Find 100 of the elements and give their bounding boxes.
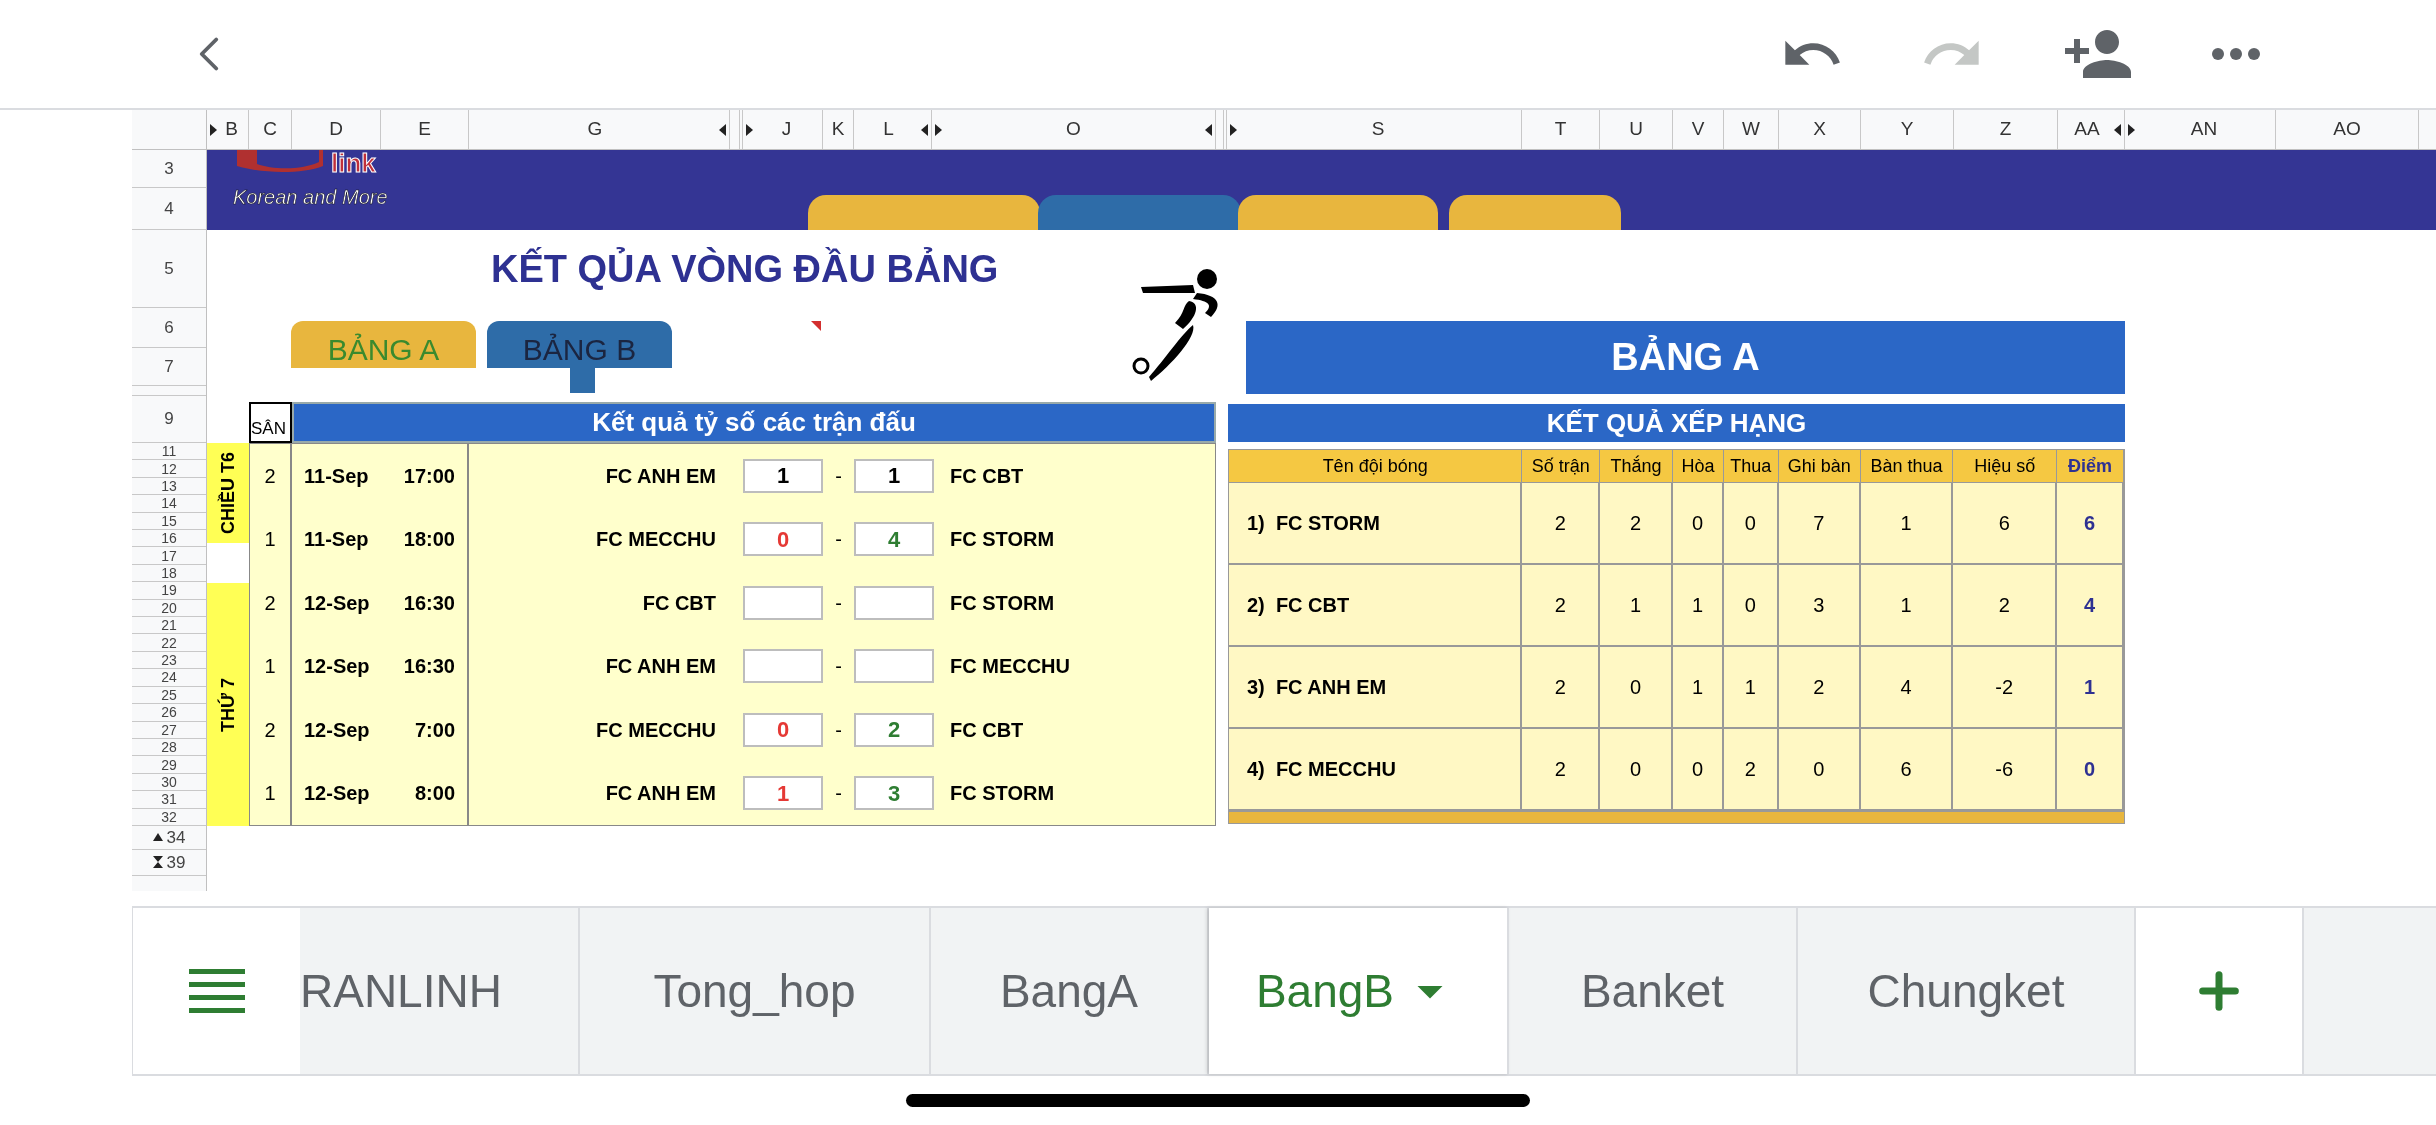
row-header[interactable]: 9 [164, 406, 174, 432]
column-header[interactable]: Z [1956, 115, 2055, 144]
column-header[interactable]: D [294, 115, 378, 144]
expand-arrow-icon[interactable] [209, 123, 217, 136]
row-header[interactable]: 34 [166, 824, 186, 851]
menu-button[interactable] [132, 908, 300, 1074]
match-time: 7:00 [414, 717, 455, 743]
column-header[interactable]: L [856, 115, 921, 144]
expand-arrow-icon[interactable] [934, 123, 942, 136]
row-header[interactable]: 22 [161, 635, 177, 650]
points-cell: 6 [2057, 483, 2124, 563]
row-header[interactable]: 7 [164, 353, 174, 380]
stat-cell: 2 [1522, 729, 1601, 809]
row-header[interactable]: 19 [161, 583, 177, 598]
court-number: 1 [264, 654, 276, 680]
row-header[interactable]: 13 [161, 479, 177, 493]
expand-arrow-icon[interactable] [1229, 123, 1237, 136]
collapse-arrow-icon[interactable] [2114, 123, 2122, 136]
points-cell: 0 [2057, 729, 2124, 809]
menu-pill[interactable] [1449, 195, 1621, 230]
row-header[interactable]: 4 [164, 195, 174, 222]
row-header[interactable]: 16 [161, 531, 177, 546]
column-header[interactable]: J [753, 115, 820, 144]
row-header[interactable]: 29 [161, 757, 177, 772]
menu-pill[interactable] [808, 195, 1040, 230]
column-header[interactable]: AA [2060, 115, 2114, 144]
row-header[interactable]: 20 [161, 600, 177, 615]
match-time: 16:30 [403, 590, 455, 616]
row-header[interactable]: 26 [161, 705, 177, 720]
row-header[interactable]: 5 [164, 255, 174, 282]
sheet-tab[interactable]: RANLINH [300, 908, 580, 1074]
home-team: FC MECCHU [596, 717, 716, 743]
row-header[interactable]: 30 [161, 774, 177, 789]
row-header[interactable]: 18 [161, 566, 177, 581]
column-header[interactable]: AN [2135, 115, 2273, 144]
collapse-arrow-icon[interactable] [719, 123, 727, 136]
stat-cell: 0 [1723, 565, 1779, 645]
row-header[interactable]: 27 [161, 722, 177, 737]
score-field[interactable]: 0 [743, 712, 823, 747]
row-header[interactable]: 15 [161, 513, 177, 528]
score-field[interactable] [854, 649, 934, 684]
row-header[interactable]: 17 [161, 548, 177, 563]
home-team: FC ANH EM [605, 463, 716, 489]
row-header[interactable]: 12 [161, 461, 177, 476]
sheet-tab[interactable]: Banket [1509, 908, 1798, 1074]
column-header[interactable]: S [1237, 115, 1519, 144]
score-field[interactable] [854, 585, 934, 620]
column-header[interactable]: G [471, 115, 719, 144]
stat-cell: 6 [1860, 729, 1954, 809]
home-team: FC MECCHU [596, 527, 716, 553]
row-header[interactable]: 21 [161, 618, 177, 633]
column-header[interactable]: B [217, 115, 246, 144]
score-field[interactable]: 1 [854, 458, 934, 493]
sheet-tab[interactable]: Tong_hop [580, 908, 931, 1074]
row-header[interactable]: 24 [161, 670, 177, 685]
sheet-tab[interactable]: BangB [1209, 908, 1509, 1074]
collapse-arrow-icon[interactable] [152, 833, 163, 842]
row-header[interactable]: 25 [161, 687, 177, 702]
score-field[interactable]: 2 [854, 712, 934, 747]
column-header[interactable]: X [1781, 115, 1858, 144]
score-field[interactable]: 1 [743, 776, 823, 811]
expand-arrow-icon[interactable] [2127, 123, 2135, 136]
row-header[interactable]: 23 [161, 653, 177, 668]
row-header[interactable]: 11 [161, 444, 177, 459]
column-header[interactable]: K [825, 115, 851, 144]
score-value: 1 [776, 462, 790, 491]
selection-handle[interactable] [570, 368, 595, 393]
column-header[interactable]: C [251, 115, 289, 144]
row-header[interactable]: 3 [164, 155, 174, 182]
row-header[interactable]: 31 [161, 792, 177, 807]
column-header[interactable]: AO [2278, 115, 2416, 144]
more-button[interactable] [2212, 48, 2260, 60]
group-toggle-icon[interactable] [152, 856, 163, 869]
row-header[interactable]: 39 [166, 849, 186, 876]
standings-column-header: Số trận [1522, 450, 1601, 482]
match-date: 11-Sep [304, 463, 369, 489]
collapse-arrow-icon[interactable] [1205, 123, 1213, 136]
column-header[interactable]: W [1726, 115, 1776, 144]
column-header[interactable]: V [1675, 115, 1721, 144]
row-header[interactable]: 28 [161, 740, 177, 755]
page-title: KẾT QỦA VÒNG ĐẦU BẢNG [491, 246, 999, 292]
collapse-arrow-icon[interactable] [921, 123, 929, 136]
row-header[interactable]: 14 [161, 496, 177, 511]
score-field[interactable] [743, 585, 823, 620]
column-header[interactable]: Y [1863, 115, 1951, 144]
row-header[interactable]: 6 [164, 314, 174, 341]
score-field[interactable]: 3 [854, 776, 934, 811]
score-field[interactable]: 1 [743, 458, 823, 493]
column-header[interactable]: E [383, 115, 466, 144]
score-field[interactable]: 0 [743, 522, 823, 557]
column-header[interactable]: T [1524, 115, 1597, 144]
match-date: 11-Sep [304, 527, 369, 553]
stat-cell: 1 [1860, 565, 1954, 645]
court-number: 1 [264, 781, 276, 807]
column-header[interactable]: O [942, 115, 1205, 144]
row-header[interactable]: 32 [161, 809, 177, 824]
expand-arrow-icon[interactable] [745, 123, 753, 136]
score-field[interactable]: 4 [854, 522, 934, 557]
column-header[interactable]: U [1602, 115, 1670, 144]
score-field[interactable] [743, 649, 823, 684]
